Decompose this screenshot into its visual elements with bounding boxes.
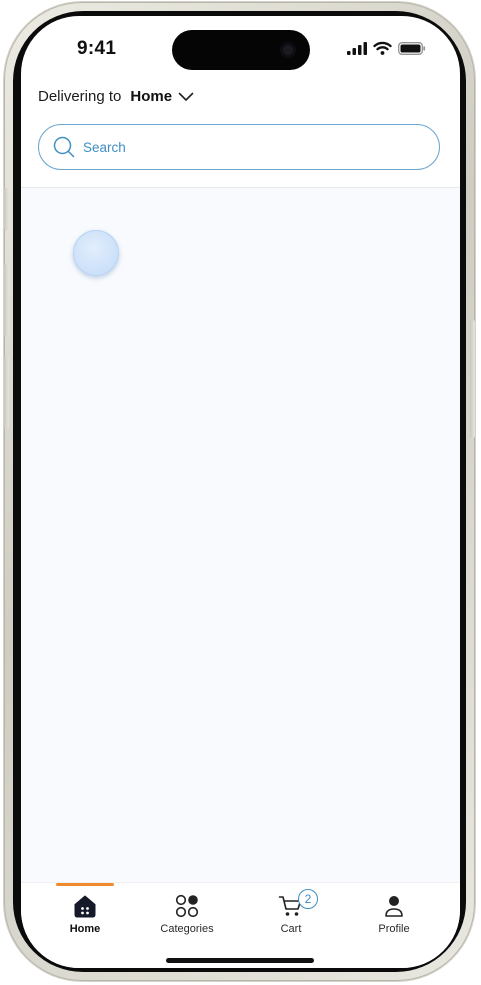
volume-down-button: [4, 356, 9, 428]
tab-profile-label: Profile: [378, 923, 410, 935]
delivery-prefix: Delivering to: [38, 88, 122, 105]
status-time: 9:41: [77, 38, 117, 59]
home-icon: [74, 895, 96, 918]
wifi-icon: [373, 41, 392, 55]
tab-cart[interactable]: 2 Cart: [241, 883, 341, 943]
volume-up-button: [4, 264, 9, 336]
search-input[interactable]: Search: [38, 124, 440, 170]
battery-icon: [398, 41, 426, 55]
cart-badge: 2: [298, 889, 318, 909]
grid-icon: [175, 894, 199, 918]
user-icon: [385, 896, 403, 917]
tab-categories-label: Categories: [160, 923, 214, 935]
delivery-location-selector[interactable]: Delivering to Home: [38, 88, 194, 105]
tab-profile[interactable]: Profile: [344, 883, 444, 943]
camera-icon: [280, 42, 296, 58]
dynamic-island: [172, 30, 310, 70]
side-button: [470, 320, 475, 438]
action-button: [4, 188, 9, 230]
search-icon: [53, 136, 75, 158]
tab-categories[interactable]: Categories: [137, 883, 237, 943]
bottom-tab-bar: Home Categories 2 Cart Profile: [21, 882, 460, 968]
cellular-signal-icon: [347, 41, 367, 55]
status-bar: 9:41: [21, 16, 460, 78]
tab-cart-label: Cart: [280, 923, 302, 935]
tab-home-label: Home: [69, 923, 101, 935]
delivery-location: Home: [130, 88, 173, 105]
main-content: [21, 188, 460, 882]
search-placeholder: Search: [83, 139, 126, 155]
tab-home[interactable]: Home: [35, 883, 135, 943]
home-indicator[interactable]: [166, 958, 314, 963]
status-icons: [347, 41, 426, 55]
chevron-down-icon: [178, 92, 194, 101]
active-tab-indicator: [56, 883, 114, 886]
app-screen: 9:41 Delivering to Home Search Home Cate…: [21, 16, 460, 968]
loading-indicator: [73, 230, 119, 276]
